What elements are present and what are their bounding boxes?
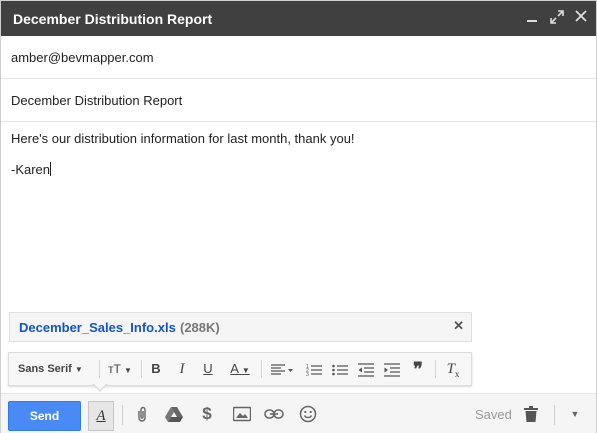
text-cursor [50, 162, 52, 176]
formatting-options-icon[interactable]: A [88, 401, 114, 431]
svg-text:3: 3 [306, 372, 309, 377]
attach-file-icon[interactable] [129, 401, 155, 427]
clear-format-icon[interactable]: Tx [443, 353, 463, 385]
save-status: Saved [475, 407, 512, 422]
compose-title: December Distribution Report [13, 11, 213, 27]
message-body[interactable]: Here's our distribution information for … [11, 131, 581, 301]
numbered-list-icon[interactable]: 123 [305, 353, 323, 385]
toolbar-divider [435, 360, 436, 378]
toolbar-pointer-inner [93, 383, 107, 390]
quote-icon[interactable]: ❞ [409, 353, 427, 385]
bottom-divider [554, 405, 555, 425]
subject-field-value: December Distribution Report [11, 93, 183, 108]
insert-link-icon[interactable] [261, 401, 287, 427]
font-size-icon[interactable]: ᴛT ▼ [105, 353, 135, 385]
subject-field[interactable]: December Distribution Report [1, 79, 596, 122]
remove-attachment-icon[interactable]: ✕ [453, 318, 464, 334]
bulleted-list-icon[interactable] [331, 353, 349, 385]
attachment-size: (288K) [180, 320, 220, 335]
more-options-icon[interactable]: ▼ [562, 401, 588, 427]
body-line-2: -Karen [11, 162, 52, 177]
toolbar-divider [99, 360, 100, 378]
minimize-icon[interactable] [525, 10, 539, 24]
to-field[interactable]: amber@bevmapper.com [1, 36, 596, 79]
compose-bottom-bar: Send A $ Saved ▼ [1, 393, 596, 433]
bottom-divider [122, 405, 123, 425]
indent-more-icon[interactable] [383, 353, 401, 385]
formatting-toolbar: Sans Serif ▼ ᴛT ▼ B I U A ▼ 123 ❞ Tx [8, 352, 472, 386]
toolbar-divider [141, 360, 142, 378]
compose-window: December Distribution Report amber@bevma… [0, 0, 597, 433]
body-line-1: Here's our distribution information for … [11, 131, 355, 146]
attachment-filename[interactable]: December_Sales_Info.xls [19, 320, 176, 335]
font-select[interactable]: Sans Serif ▼ [18, 353, 83, 385]
expand-icon[interactable] [550, 10, 564, 24]
chevron-down-icon: ▼ [74, 365, 83, 374]
underline-icon[interactable]: U [199, 353, 217, 385]
indent-less-icon[interactable] [357, 353, 375, 385]
compose-titlebar[interactable]: December Distribution Report [1, 1, 596, 36]
bold-icon[interactable]: B [147, 353, 165, 385]
insert-photo-icon[interactable] [229, 401, 255, 427]
font-select-label: Sans Serif [18, 363, 72, 375]
toolbar-divider [261, 360, 262, 378]
close-icon[interactable] [574, 10, 588, 24]
send-button[interactable]: Send [8, 401, 81, 431]
emoji-icon[interactable] [295, 401, 321, 427]
drive-icon[interactable] [161, 401, 187, 427]
align-icon[interactable] [267, 353, 297, 385]
to-field-value: amber@bevmapper.com [11, 50, 154, 65]
text-color-icon[interactable]: A ▼ [225, 353, 255, 385]
money-icon[interactable]: $ [194, 401, 220, 427]
discard-icon[interactable] [518, 401, 544, 427]
italic-icon[interactable]: I [173, 353, 191, 385]
body-line-2-text: -Karen [11, 162, 51, 177]
attachment-chip[interactable]: December_Sales_Info.xls (288K) ✕ [9, 312, 472, 342]
